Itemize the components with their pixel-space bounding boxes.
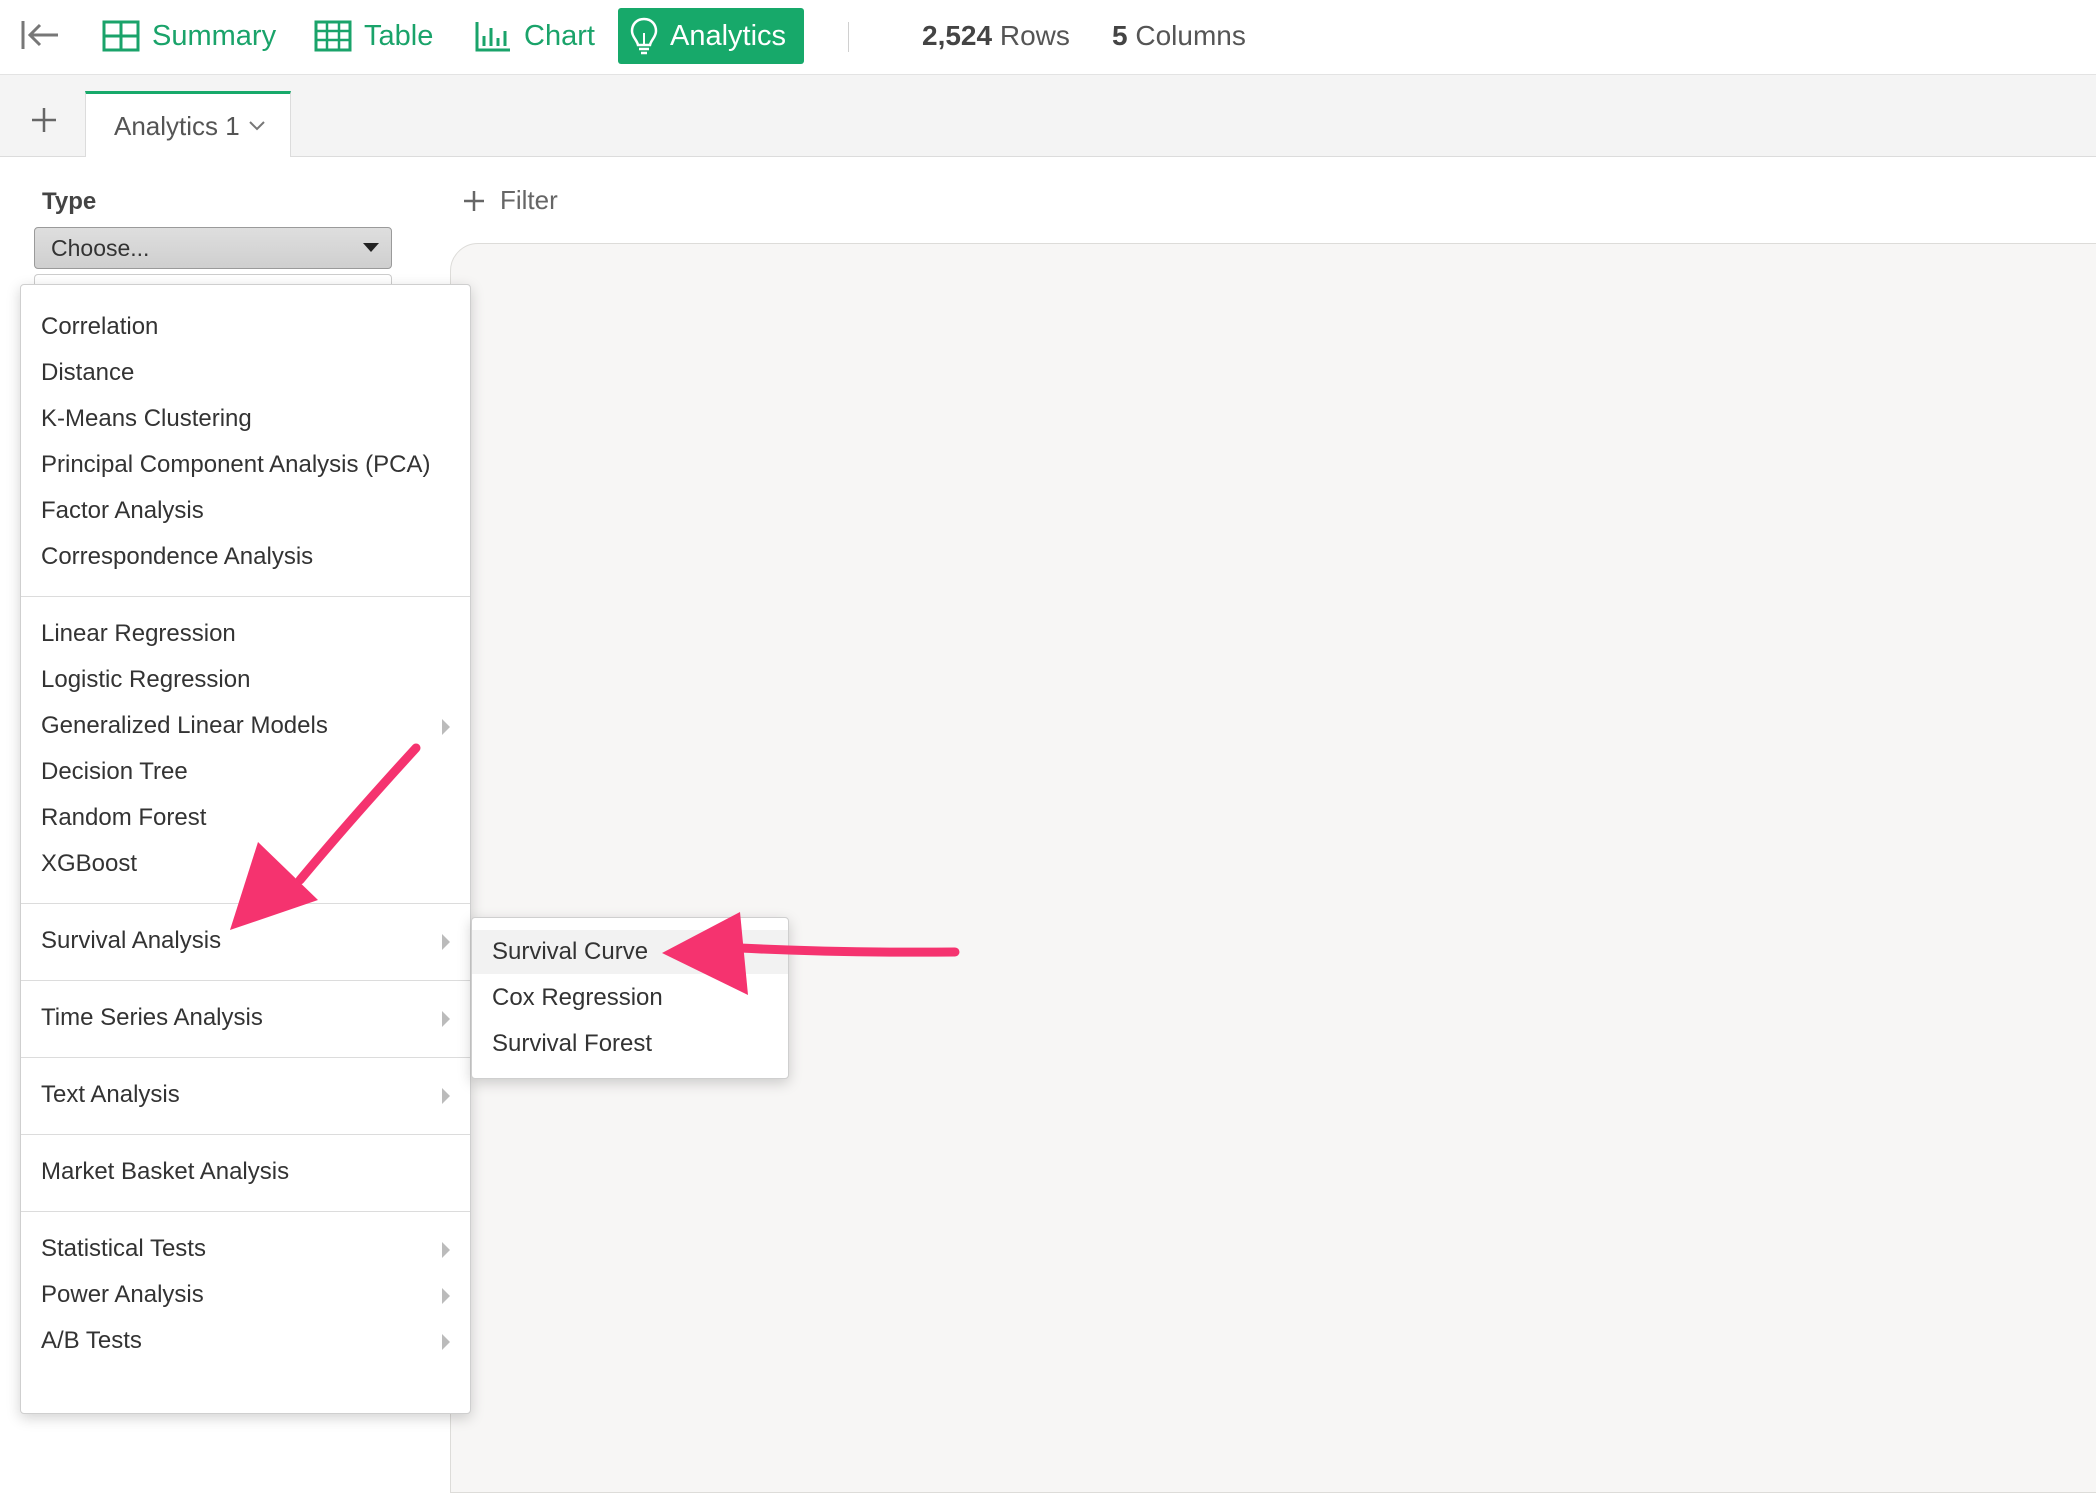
tab-analytics[interactable]: Analytics bbox=[618, 8, 804, 64]
menu-item-label: Generalized Linear Models bbox=[41, 712, 328, 739]
menu-item-label: Factor Analysis bbox=[41, 497, 204, 524]
menu-item-linear-regression[interactable]: Linear Regression bbox=[21, 612, 470, 656]
submenu-item-label: Survival Forest bbox=[492, 1030, 653, 1057]
menu-item-k-means-clustering[interactable]: K-Means Clustering bbox=[21, 397, 470, 441]
type-select-value: Choose... bbox=[51, 234, 150, 261]
analytics-tab-label: Analytics 1 bbox=[114, 110, 240, 141]
menu-separator bbox=[21, 1211, 470, 1212]
table-icon bbox=[314, 20, 352, 52]
menu-item-label: Decision Tree bbox=[41, 758, 188, 785]
menu-item-label: K-Means Clustering bbox=[41, 405, 252, 432]
plus-icon bbox=[462, 189, 486, 213]
menu-item-correspondence-analysis[interactable]: Correspondence Analysis bbox=[21, 535, 470, 579]
menu-item-random-forest[interactable]: Random Forest bbox=[21, 796, 470, 840]
menu-item-label: Random Forest bbox=[41, 804, 207, 831]
columns-count-label: Columns bbox=[1135, 20, 1246, 51]
submenu-item-survival-forest[interactable]: Survival Forest bbox=[472, 1022, 788, 1066]
collapse-panel-icon[interactable] bbox=[20, 17, 62, 53]
submenu-arrow-icon bbox=[442, 1288, 450, 1304]
submenu-arrow-icon bbox=[442, 934, 450, 950]
submenu-arrow-icon bbox=[442, 1088, 450, 1104]
lightbulb-icon bbox=[630, 17, 658, 55]
menu-separator bbox=[21, 1057, 470, 1058]
menu-item-generalized-linear-models[interactable]: Generalized Linear Models bbox=[21, 704, 470, 748]
menu-item-label: Time Series Analysis bbox=[41, 1004, 263, 1031]
menu-item-market-basket-analysis[interactable]: Market Basket Analysis bbox=[21, 1150, 470, 1194]
submenu-item-label: Survival Curve bbox=[492, 938, 649, 965]
menu-item-label: Statistical Tests bbox=[41, 1235, 206, 1262]
rows-count-value: 2,524 bbox=[922, 20, 993, 51]
tab-chart-label: Chart bbox=[524, 19, 595, 52]
menu-item-label: XGBoost bbox=[41, 850, 138, 877]
menu-item-text-analysis[interactable]: Text Analysis bbox=[21, 1073, 470, 1117]
menu-separator bbox=[21, 980, 470, 981]
type-select[interactable]: Choose... bbox=[34, 227, 392, 269]
menu-item-label: Correspondence Analysis bbox=[41, 543, 314, 570]
bar-chart-icon bbox=[474, 20, 512, 52]
menu-item-statistical-tests[interactable]: Statistical Tests bbox=[21, 1227, 470, 1271]
menu-item-decision-tree[interactable]: Decision Tree bbox=[21, 750, 470, 794]
tab-table[interactable]: Table bbox=[302, 8, 445, 64]
menu-item-logistic-regression[interactable]: Logistic Regression bbox=[21, 658, 470, 702]
add-filter-button[interactable]: Filter bbox=[462, 185, 558, 216]
menu-item-a-b-tests[interactable]: A/B Tests bbox=[21, 1319, 470, 1363]
menu-separator bbox=[21, 903, 470, 904]
analytics-type-menu: Correlation Distance K-Means Clustering Pri… bbox=[20, 284, 471, 1414]
tab-table-label: Table bbox=[364, 19, 434, 52]
submenu-item-cox-regression[interactable]: Cox Regression bbox=[472, 976, 788, 1020]
menu-item-label: Power Analysis bbox=[41, 1281, 204, 1308]
menu-item-survival-analysis[interactable]: Survival Analysis bbox=[21, 919, 470, 963]
menu-item-label: Principal Component Analysis (PCA) bbox=[41, 451, 431, 478]
menu-item-label: Market Basket Analysis bbox=[41, 1158, 290, 1185]
analytics-canvas bbox=[450, 243, 2096, 1493]
tab-summary-label: Summary bbox=[152, 19, 277, 52]
top-toolbar: Summary Table Chart Analytics 2,524 Rows… bbox=[0, 0, 2096, 75]
submenu-item-label: Cox Regression bbox=[492, 984, 663, 1011]
tab-chart[interactable]: Chart bbox=[462, 8, 607, 64]
analytics-tab[interactable]: Analytics 1 bbox=[85, 91, 291, 158]
filter-label: Filter bbox=[500, 185, 558, 215]
tab-summary[interactable]: Summary bbox=[90, 8, 288, 64]
submenu-arrow-icon bbox=[442, 719, 450, 735]
menu-item-distance[interactable]: Distance bbox=[21, 351, 470, 395]
menu-item-label: Correlation bbox=[41, 313, 159, 340]
submenu-arrow-icon bbox=[442, 1242, 450, 1258]
chevron-down-icon[interactable] bbox=[248, 120, 266, 132]
toolbar-divider bbox=[848, 22, 849, 52]
survival-analysis-submenu: Survival Curve Cox Regression Survival For… bbox=[471, 917, 789, 1079]
menu-item-label: Text Analysis bbox=[41, 1081, 180, 1108]
menu-item-correlation[interactable]: Correlation bbox=[21, 305, 470, 349]
submenu-arrow-icon bbox=[442, 1334, 450, 1350]
menu-item-label: Linear Regression bbox=[41, 620, 236, 647]
rows-count: 2,524 Rows bbox=[922, 20, 1070, 52]
menu-item-power-analysis[interactable]: Power Analysis bbox=[21, 1273, 470, 1317]
columns-count: 5 Columns bbox=[1112, 20, 1246, 52]
menu-item-label: Survival Analysis bbox=[41, 927, 222, 954]
columns-count-value: 5 bbox=[1112, 20, 1128, 51]
menu-item-factor-analysis[interactable]: Factor Analysis bbox=[21, 489, 470, 533]
menu-item-xgboost[interactable]: XGBoost bbox=[21, 842, 470, 886]
menu-item-label: Logistic Regression bbox=[41, 666, 251, 693]
submenu-item-survival-curve[interactable]: Survival Curve bbox=[472, 930, 788, 974]
menu-item-time-series-analysis[interactable]: Time Series Analysis bbox=[21, 996, 470, 1040]
menu-item-principal-component-analysis-pca[interactable]: Principal Component Analysis (PCA) bbox=[21, 443, 470, 487]
add-tab-icon[interactable] bbox=[30, 106, 66, 142]
dropdown-caret-icon bbox=[363, 243, 379, 252]
summary-grid-icon bbox=[102, 20, 140, 52]
tab-analytics-label: Analytics bbox=[670, 19, 787, 52]
analytics-tab-strip bbox=[0, 75, 2096, 157]
rows-count-label: Rows bbox=[999, 20, 1070, 51]
menu-item-label: A/B Tests bbox=[41, 1327, 142, 1354]
type-label: Type bbox=[42, 188, 97, 215]
menu-item-label: Distance bbox=[41, 359, 135, 386]
menu-separator bbox=[21, 1134, 470, 1135]
submenu-arrow-icon bbox=[442, 1011, 450, 1027]
menu-separator bbox=[21, 596, 470, 597]
